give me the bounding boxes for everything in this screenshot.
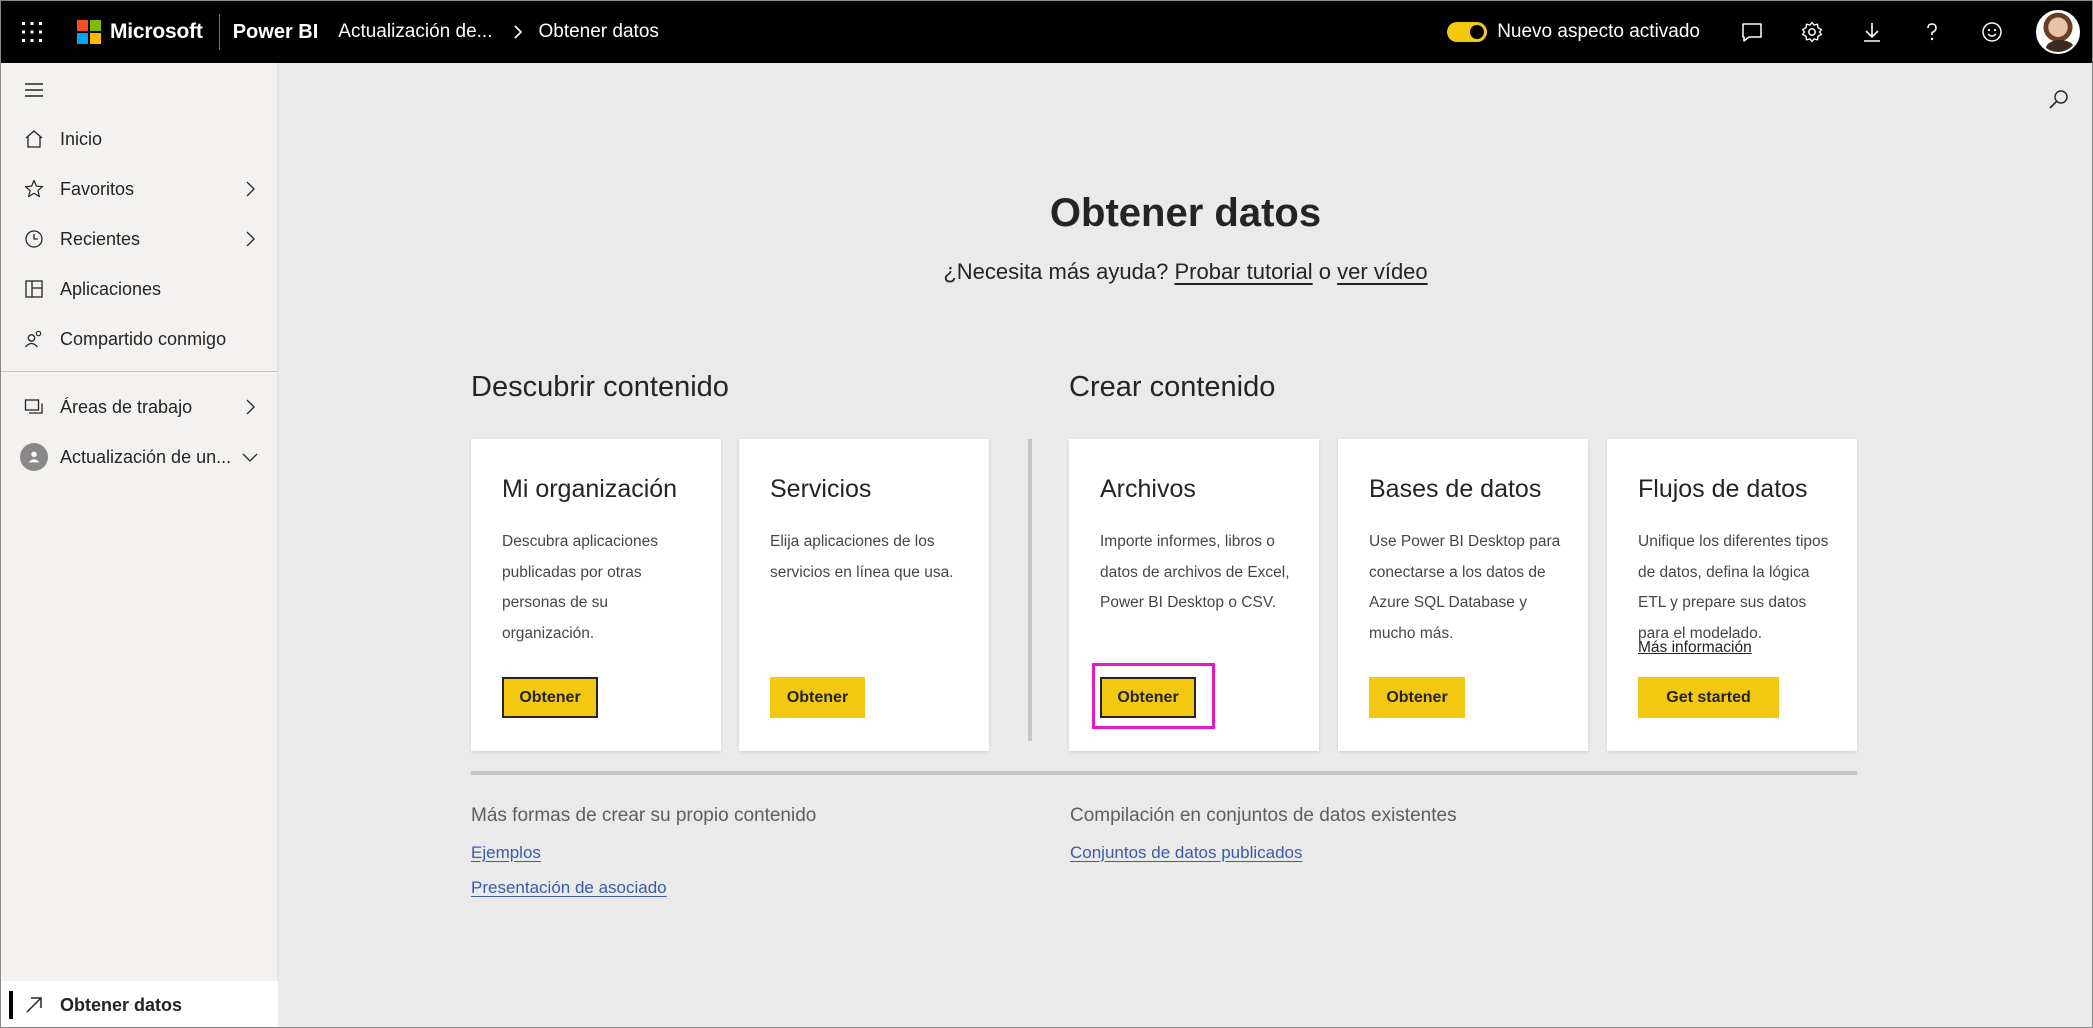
help-line: ¿Necesita más ayuda? Probar tutorial o v… [278,259,2092,285]
tutorial-link[interactable]: Probar tutorial [1174,259,1312,284]
sidebar: Inicio Favoritos Recientes Aplicaciones … [1,63,278,1027]
card-title: Mi organización [502,475,678,503]
settings-icon[interactable] [1782,1,1842,63]
chevron-right-icon [512,24,524,40]
ejemplos-link[interactable]: Ejemplos [471,843,541,863]
footer-right-heading: Compilación en conjuntos de datos existe… [1070,805,1457,826]
content-divider [471,771,1857,775]
microsoft-logo-icon [77,20,101,44]
sidebar-item-workspace[interactable]: Actualización de un... [1,432,278,482]
card-description: Elija aplicaciones de los servicios en l… [770,533,954,581]
card-title: Servicios [770,475,872,503]
sidebar-item-label: Actualización de un... [60,446,232,467]
card-title: Flujos de datos [1638,475,1808,503]
page-title: Obtener datos [1049,191,1322,235]
apps-icon [23,278,45,300]
sidebar-item-label: Favoritos [60,178,135,199]
home-icon [23,128,45,150]
obtener-button[interactable]: Obtener [502,677,598,718]
header-actions: Nuevo aspecto activado [1447,1,2092,63]
chevron-right-icon[interactable] [240,179,260,199]
more-info-link[interactable]: Más información [1638,639,1752,657]
discover-heading: Descubrir contenido [471,371,729,403]
card-description: Descubra aplicaciones publicadas por otr… [502,533,658,642]
obtener-button[interactable]: Obtener [770,677,865,718]
new-look-toggle[interactable] [1447,22,1488,42]
help-or: o [1318,259,1332,284]
sidebar-item-aplicaciones[interactable]: Aplicaciones [1,264,278,314]
sidebar-item-recientes[interactable]: Recientes [1,214,278,264]
obtener-button[interactable]: Obtener [1100,677,1196,718]
card-mi-organizacion: Mi organización Descubra aplicaciones pu… [471,439,721,751]
selected-indicator [9,991,13,1019]
card-bases-de-datos: Bases de datos Use Power BI Desktop para… [1338,439,1588,751]
get-started-button[interactable]: Get started [1638,677,1779,718]
card-servicios: Servicios Elija aplicaciones de los serv… [739,439,989,751]
card-flujos-de-datos: Flujos de datos Unifique los diferentes … [1607,439,1857,751]
breadcrumb-workspace[interactable]: Actualización de... [338,21,492,43]
workspace-avatar-icon [20,443,48,471]
microsoft-logo[interactable]: Microsoft [77,20,203,44]
sidebar-item-compartido[interactable]: Compartido conmigo [1,314,278,364]
sidebar-item-label: Recientes [60,228,141,249]
obtener-button[interactable]: Obtener [1369,677,1465,718]
feedback-icon[interactable] [1722,1,1782,63]
sidebar-item-inicio[interactable]: Inicio [1,114,278,164]
avatar[interactable] [2036,10,2080,54]
section-divider [1028,439,1032,741]
card-description: Importe informes, libros o datos de arch… [1100,533,1290,611]
top-bar: Microsoft Power BI Actualización de... O… [1,1,2092,63]
sidebar-divider [1,371,278,372]
header-separator [218,14,220,50]
sidebar-item-label: Aplicaciones [60,278,162,299]
search-icon[interactable] [2047,87,2071,111]
main-content: Obtener datos ¿Necesita más ayuda? Proba… [278,63,2092,1027]
workspaces-icon [23,396,45,418]
card-description: Unifique los diferentes tipos de datos, … [1638,533,1829,642]
published-datasets-link[interactable]: Conjuntos de datos publicados [1070,843,1303,863]
waffle-icon[interactable] [1,1,63,63]
card-archivos: Archivos Importe informes, libros o dato… [1069,439,1319,751]
download-icon[interactable] [1842,1,1902,63]
sidebar-item-favoritos[interactable]: Favoritos [1,164,278,214]
sidebar-item-label: Áreas de trabajo [60,396,193,417]
shared-icon [23,328,45,350]
help-prefix: ¿Necesita más ayuda? [943,259,1169,284]
arrow-up-right-icon [23,994,45,1016]
chevron-down-icon[interactable] [240,447,260,467]
brand-name: Microsoft [110,20,203,43]
partner-showcase-link[interactable]: Presentación de asociado [471,878,667,898]
card-title: Archivos [1100,475,1196,503]
chevron-right-icon[interactable] [240,229,260,249]
smiley-icon[interactable] [1962,1,2022,63]
sidebar-item-label: Obtener datos [60,994,183,1015]
sidebar-item-obtener-datos[interactable]: Obtener datos [1,981,278,1027]
create-heading: Crear contenido [1069,371,1276,403]
card-description: Use Power BI Desktop para conectarse a l… [1369,533,1561,642]
sidebar-item-label: Inicio [60,128,103,149]
video-link[interactable]: ver vídeo [1337,259,1428,284]
footer-left-heading: Más formas de crear su propio contenido [471,805,817,826]
card-title: Bases de datos [1369,475,1542,503]
sidebar-item-label: Compartido conmigo [60,328,227,349]
chevron-right-icon[interactable] [240,397,260,417]
sidebar-item-areas-de-trabajo[interactable]: Áreas de trabajo [1,382,278,432]
star-icon [23,178,45,200]
new-look-toggle-label: Nuevo aspecto activado [1497,21,1700,42]
app-window: Microsoft Power BI Actualización de... O… [0,0,2093,1028]
hamburger-icon[interactable] [23,79,45,101]
product-name[interactable]: Power BI [233,21,319,44]
help-icon[interactable] [1902,1,1962,63]
breadcrumb-page: Obtener datos [538,21,659,42]
clock-icon [23,228,45,250]
